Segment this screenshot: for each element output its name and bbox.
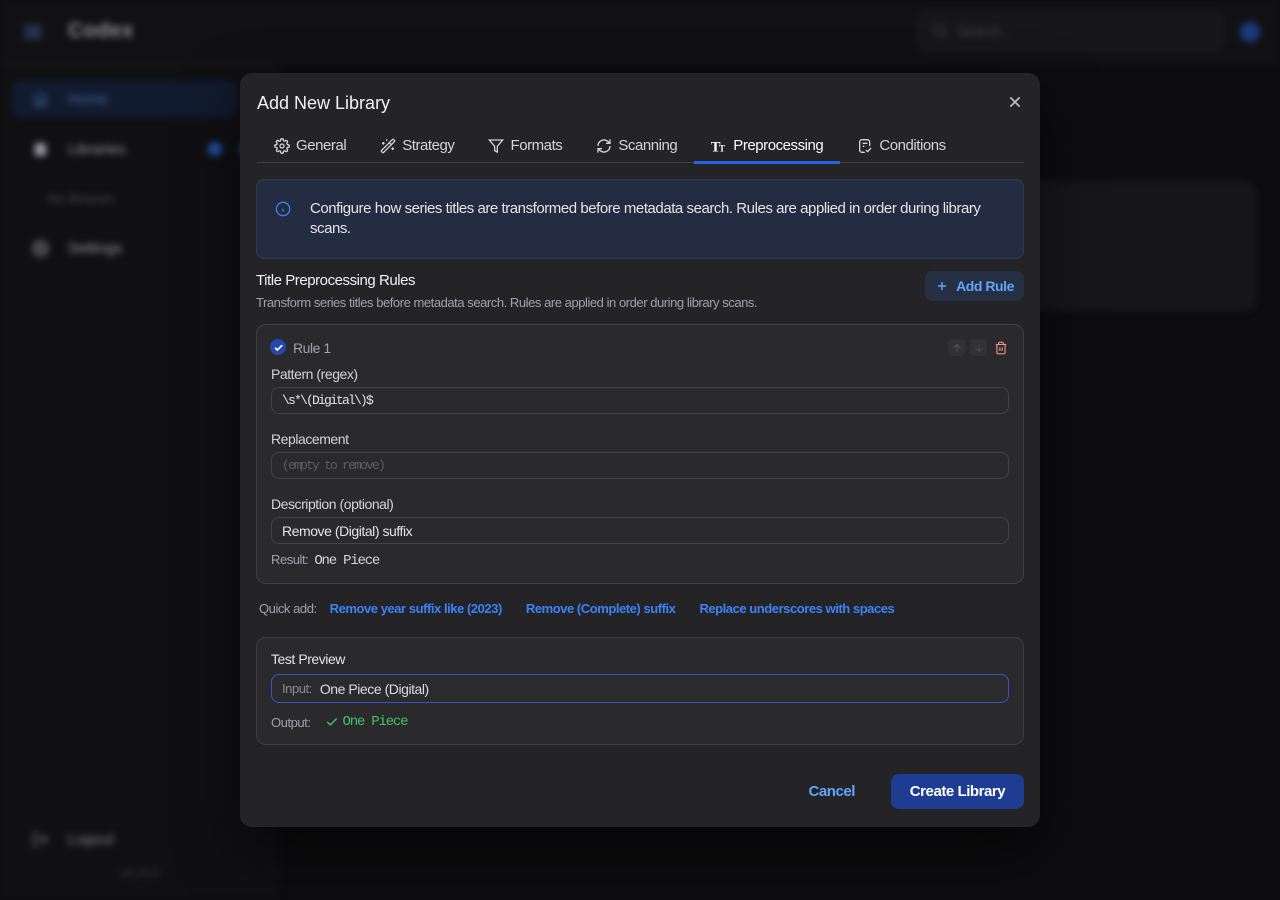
- svg-text:T: T: [719, 143, 725, 153]
